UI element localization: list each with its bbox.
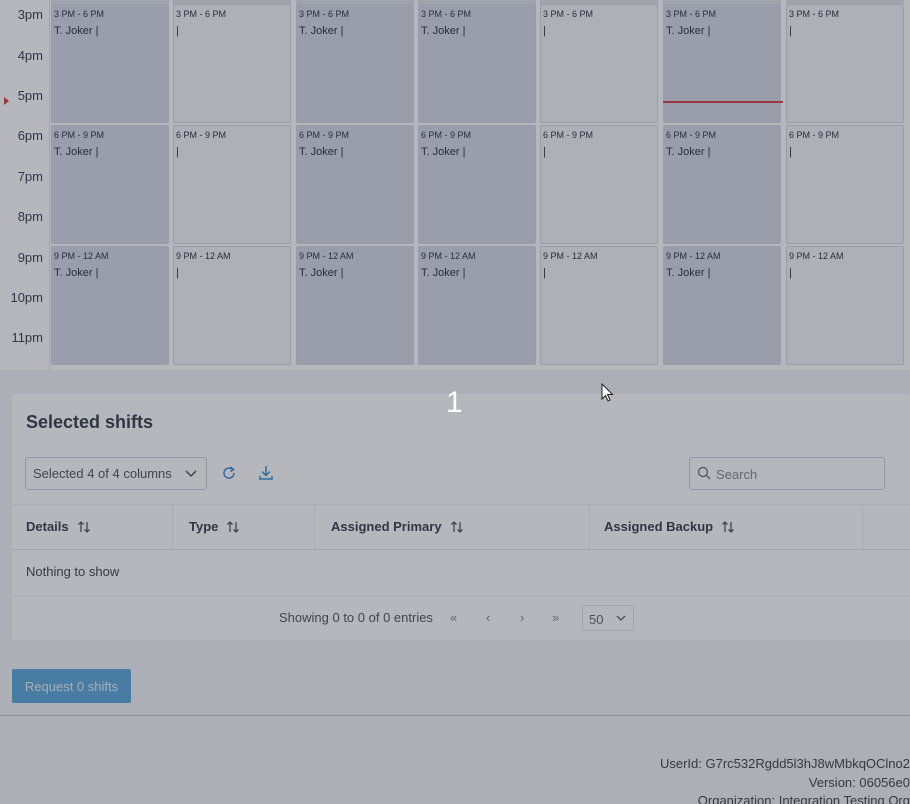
mouse-cursor-icon xyxy=(601,383,614,402)
overlay-number: 1 xyxy=(446,386,463,419)
